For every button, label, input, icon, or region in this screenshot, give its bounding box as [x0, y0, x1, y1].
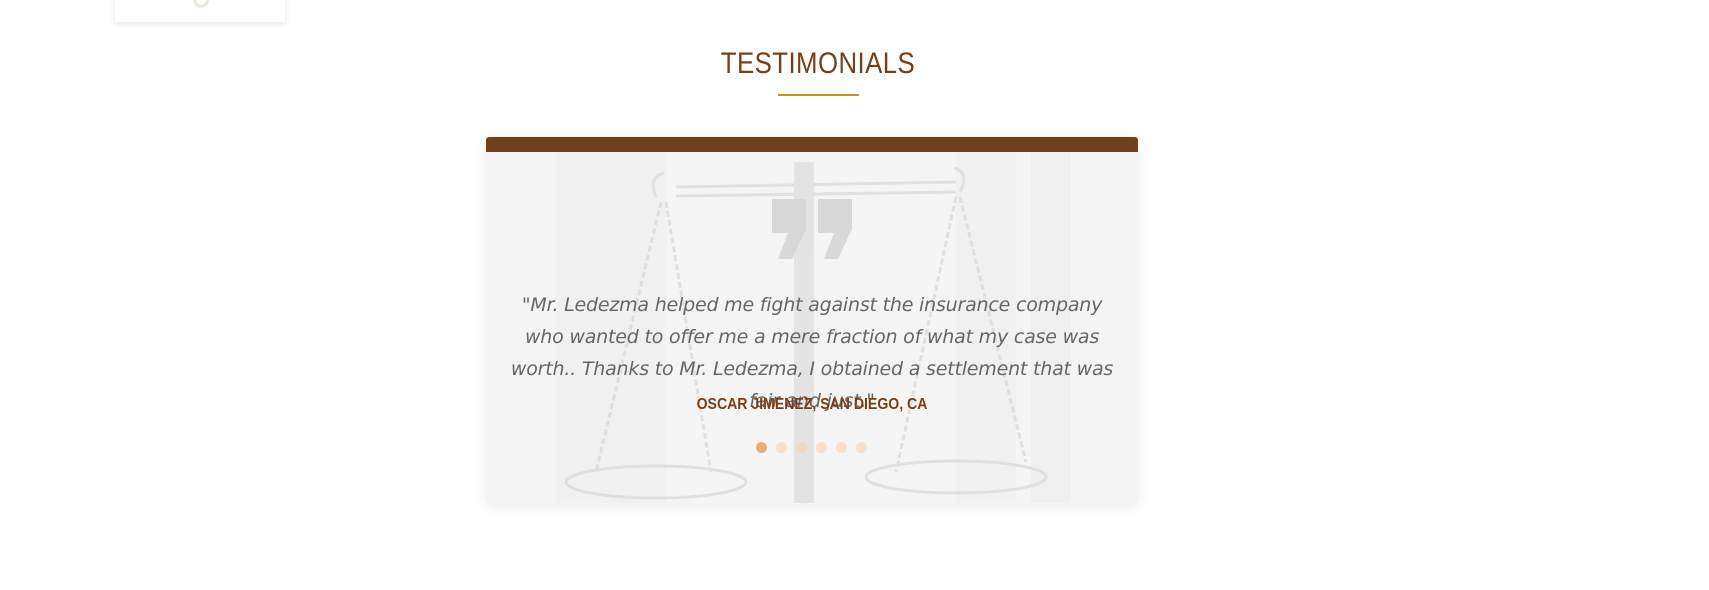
carousel-dot-3[interactable] — [796, 442, 807, 453]
title-underline — [778, 94, 859, 96]
carousel-dot-2[interactable] — [776, 442, 787, 453]
section-title: TESTIMONIALS — [720, 47, 916, 80]
carousel-pagination — [756, 442, 876, 454]
testimonial-card: "Mr. Ledezma helped me fight against the… — [486, 137, 1138, 503]
testimonial-author: OSCAR JIMENEZ, SAN DIEGO, CA — [696, 396, 928, 413]
logo-card — [115, 0, 285, 22]
carousel-dot-4[interactable] — [816, 442, 827, 453]
card-top-bar — [486, 137, 1138, 152]
quote-icon — [772, 199, 856, 259]
logo-mark-icon — [193, 0, 209, 8]
carousel-dot-6[interactable] — [856, 442, 867, 453]
carousel-dot-5[interactable] — [836, 442, 847, 453]
testimonials-section: TESTIMONIALS "Mr. Ledezma helped me figh… — [0, 0, 1709, 590]
carousel-dot-1[interactable] — [756, 442, 767, 453]
